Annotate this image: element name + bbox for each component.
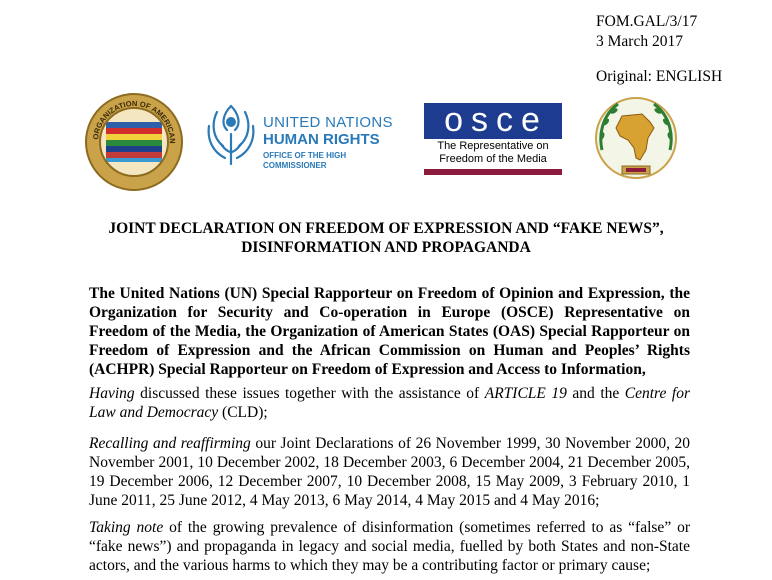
having-text-c: (CLD); [218, 404, 268, 421]
declaration-title-line-1: JOINT DECLARATION ON FREEDOM OF EXPRESSI… [108, 220, 664, 237]
intro-paragraph: The United Nations (UN) Special Rapporte… [89, 285, 690, 378]
un-emblem-icon [207, 104, 255, 166]
recalling-lead: Recalling and reaffirming [89, 435, 251, 452]
original-language: Original: ENGLISH [596, 68, 723, 85]
un-line-3: OFFICE OF THE HIGH COMMISSIONER [263, 151, 347, 170]
un-line-1: UNITED NATIONS [263, 114, 393, 131]
osce-line-2: Freedom of the Media [439, 153, 547, 165]
taking-note-paragraph: Taking note of the growing prevalence of… [89, 518, 690, 575]
oas-seal-icon: ORGANIZATION OF AMERICAN STATES [81, 85, 184, 192]
document-date: 3 March 2017 [596, 33, 683, 50]
recalling-paragraph: Recalling and reaffirming our Joint Decl… [89, 434, 690, 510]
having-text-a: discussed these issues together with the… [134, 385, 485, 402]
un-line-2: HUMAN RIGHTS [263, 131, 380, 148]
un-human-rights-logo: UNITED NATIONS HUMAN RIGHTS OFFICE OF TH… [203, 100, 393, 170]
osce-line-1: The Representative on [437, 140, 549, 152]
having-lead: Having [89, 385, 135, 402]
osce-letters: osce [444, 101, 548, 139]
osce-bar [424, 169, 562, 175]
having-text-b: and the [566, 385, 625, 402]
osce-logo: osce The Representative on Freedom of th… [424, 103, 562, 175]
taking-note-lead: Taking note [89, 519, 164, 536]
declaration-title-line-2: DISINFORMATION AND PROPAGANDA [241, 239, 531, 256]
document-code: FOM.GAL/3/17 [596, 13, 698, 30]
article19-name: ARTICLE 19 [484, 385, 567, 402]
african-commission-emblem-icon [588, 92, 684, 188]
osce-logo-icon: osce [424, 103, 562, 139]
having-paragraph: Having discussed these issues together w… [89, 384, 690, 422]
taking-note-text: of the growing prevalence of disinformat… [89, 519, 690, 574]
